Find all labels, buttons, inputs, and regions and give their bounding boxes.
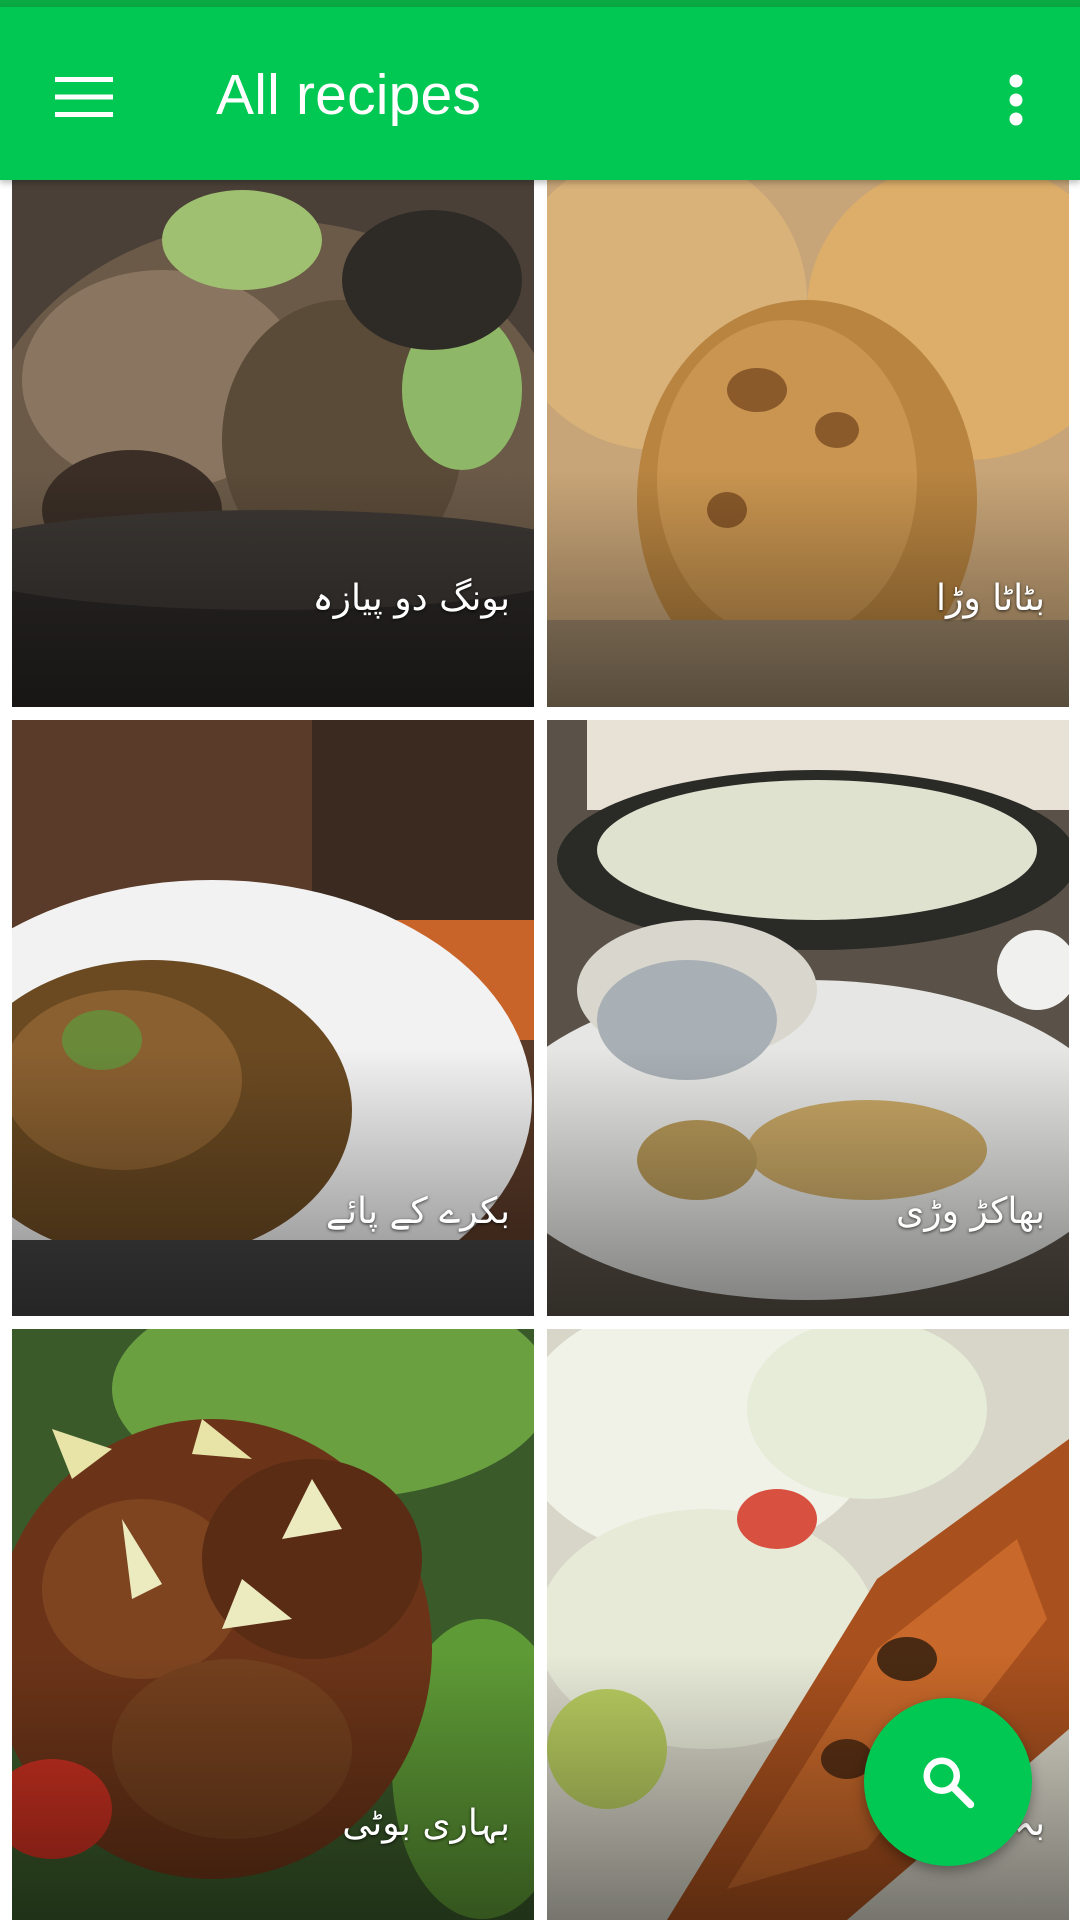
search-button[interactable] <box>864 1698 1032 1866</box>
app-bar: All recipes <box>0 7 1080 180</box>
recipe-card[interactable]: بونگ دو پیازہ <box>12 180 534 707</box>
recipe-title: بہاری بوٹی <box>342 1803 510 1844</box>
hamburger-menu-icon <box>55 77 113 117</box>
overflow-menu-button[interactable] <box>988 55 1044 145</box>
status-bar-strip <box>0 0 1080 7</box>
recipe-title: بھاکڑ وڑی <box>896 1191 1045 1232</box>
recipe-card[interactable]: بھاکڑ وڑی <box>547 720 1069 1316</box>
recipe-card[interactable]: بٹاٹا وڑا <box>547 180 1069 707</box>
label-gradient <box>12 1654 534 1920</box>
search-icon <box>923 1757 975 1809</box>
page-title: All recipes <box>216 63 482 127</box>
label-gradient <box>547 1047 1069 1316</box>
recipe-grid: بونگ دو پیازہ بٹاٹا وڑا بکرے کے پائے بھا… <box>0 180 1080 1920</box>
recipe-title: بکرے کے پائے <box>325 1191 510 1232</box>
more-vert-icon <box>1009 74 1023 126</box>
recipe-title: بٹاٹا وڑا <box>935 578 1045 619</box>
recipe-card[interactable]: بہاری بوٹی <box>12 1329 534 1920</box>
label-gradient <box>12 1047 534 1316</box>
menu-button[interactable] <box>32 45 136 149</box>
recipe-card[interactable]: بکرے کے پائے <box>12 720 534 1316</box>
recipe-title: بونگ دو پیازہ <box>312 578 511 619</box>
